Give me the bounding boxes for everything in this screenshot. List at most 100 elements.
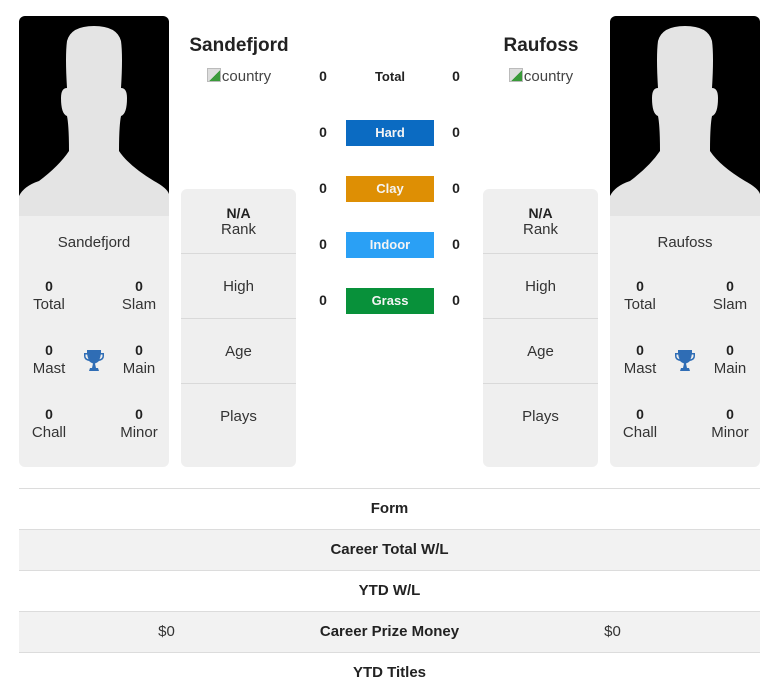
stat-label: Total <box>33 296 65 313</box>
stat-value: 0 <box>636 406 644 422</box>
right-stat-mast: 0 Mast <box>610 342 670 377</box>
plays-label: Plays <box>220 408 257 425</box>
flag-alt-text: country <box>221 68 272 85</box>
right-info-card: N/A Rank High Age Plays <box>483 189 598 467</box>
stat-label: Main <box>122 360 156 377</box>
right-stat-main: 0 Main <box>700 342 760 377</box>
right-stat-minor: 0 Minor <box>700 406 760 441</box>
rank-value: N/A <box>226 204 251 221</box>
stat-label: Mast <box>623 360 657 377</box>
stat-value: 0 <box>636 278 644 294</box>
row-label: YTD W/L <box>358 582 421 599</box>
avatar-silhouette-icon <box>610 26 760 216</box>
left-player-name[interactable]: Sandefjord <box>164 35 314 57</box>
left-stat-main: 0 Main <box>109 342 169 377</box>
right-player-card: Raufoss 0 Total 0 Slam 0 Mast 0 Main 0 C… <box>610 16 760 467</box>
right-country-flag: country <box>466 68 616 85</box>
surface-left-value: 0 <box>319 124 327 140</box>
surface-row-grass: 0 Grass 0 <box>300 288 480 316</box>
surface-right-value: 0 <box>452 124 460 140</box>
row-label: Career Total W/L <box>330 541 449 558</box>
age-label: Age <box>225 342 252 360</box>
right-player-card-name: Raufoss <box>657 234 713 251</box>
surface-row-total: 0 Total 0 <box>300 64 480 92</box>
plays-label: Plays <box>522 408 559 425</box>
stat-value: 0 <box>135 342 143 358</box>
row-label: YTD Titles <box>352 664 427 681</box>
left-info-card: N/A Rank High Age Plays <box>181 189 296 467</box>
high-label: High <box>223 277 254 295</box>
surface-left-value: 0 <box>319 180 327 196</box>
stat-label: Slam <box>121 296 157 313</box>
left-stat-total: 0 Total <box>19 278 79 313</box>
surface-right-value: 0 <box>452 68 460 84</box>
stat-value: 0 <box>636 342 644 358</box>
stat-label: Main <box>713 360 747 377</box>
age-label: Age <box>527 342 554 360</box>
surface-row-indoor: 0 Indoor 0 <box>300 232 480 260</box>
plays-row: Plays <box>181 384 296 449</box>
stat-value: 0 <box>45 342 53 358</box>
rank-label: Rank <box>220 220 257 238</box>
left-player-card-name: Sandefjord <box>57 234 131 251</box>
stat-label: Chall <box>31 424 67 441</box>
right-stat-total: 0 Total <box>610 278 670 313</box>
surface-right-value: 0 <box>452 292 460 308</box>
flag-alt-text: country <box>523 68 574 85</box>
left-player-card: Sandefjord 0 Total 0 Slam 0 Mast 0 Main … <box>19 16 169 467</box>
trophy-icon <box>675 350 695 371</box>
right-value: $0 <box>604 623 621 640</box>
stat-value: 0 <box>45 278 53 294</box>
rank-row: N/A Rank <box>181 189 296 254</box>
age-row: Age <box>483 319 598 384</box>
surface-row-clay: 0 Clay 0 <box>300 176 480 204</box>
surface-badge-clay: Clay <box>346 176 434 202</box>
surface-badge-grass: Grass <box>346 288 434 314</box>
stat-label: Mast <box>32 360 66 377</box>
comparison-row-form: Form <box>19 489 760 530</box>
rank-label: Rank <box>522 220 559 238</box>
right-stat-slam: 0 Slam <box>700 278 760 313</box>
stat-label: Minor <box>711 424 749 441</box>
surface-left-value: 0 <box>319 236 327 252</box>
comparison-row-ytd-titles: YTD Titles <box>19 653 760 694</box>
left-stat-chall: 0 Chall <box>19 406 79 441</box>
stat-value: 0 <box>135 406 143 422</box>
right-player-photo <box>610 16 760 216</box>
comparison-row-ytd-wl: YTD W/L <box>19 571 760 612</box>
broken-image-icon <box>508 68 523 82</box>
right-player-name[interactable]: Raufoss <box>466 35 616 57</box>
surface-right-value: 0 <box>452 236 460 252</box>
left-country-flag: country <box>164 68 314 85</box>
stat-label: Chall <box>622 424 658 441</box>
stat-value: 0 <box>726 278 734 294</box>
surface-badge-indoor: Indoor <box>346 232 434 258</box>
right-stat-chall: 0 Chall <box>610 406 670 441</box>
stat-value: 0 <box>726 406 734 422</box>
stat-label: Total <box>624 296 656 313</box>
stat-value: 0 <box>726 342 734 358</box>
broken-image-icon <box>206 68 221 82</box>
surface-right-value: 0 <box>452 180 460 196</box>
high-label: High <box>525 277 556 295</box>
comparison-row-career-total-wl: Career Total W/L <box>19 530 760 571</box>
surface-badge-hard: Hard <box>346 120 434 146</box>
surface-row-hard: 0 Hard 0 <box>300 120 480 148</box>
stat-label: Minor <box>120 424 158 441</box>
plays-row: Plays <box>483 384 598 449</box>
left-stat-slam: 0 Slam <box>109 278 169 313</box>
high-row: High <box>181 254 296 319</box>
stat-value: 0 <box>135 278 143 294</box>
stat-label: Slam <box>712 296 748 313</box>
left-stat-minor: 0 Minor <box>109 406 169 441</box>
high-row: High <box>483 254 598 319</box>
rank-row: N/A Rank <box>483 189 598 254</box>
stat-value: 0 <box>45 406 53 422</box>
rank-value: N/A <box>528 204 553 221</box>
trophy-icon <box>84 350 104 371</box>
surface-left-value: 0 <box>319 68 327 84</box>
surface-left-value: 0 <box>319 292 327 308</box>
comparison-row-career-prize-money: $0 Career Prize Money $0 <box>19 612 760 653</box>
left-player-photo <box>19 16 169 216</box>
comparison-table: Form Career Total W/L YTD W/L $0 Career … <box>19 488 760 694</box>
